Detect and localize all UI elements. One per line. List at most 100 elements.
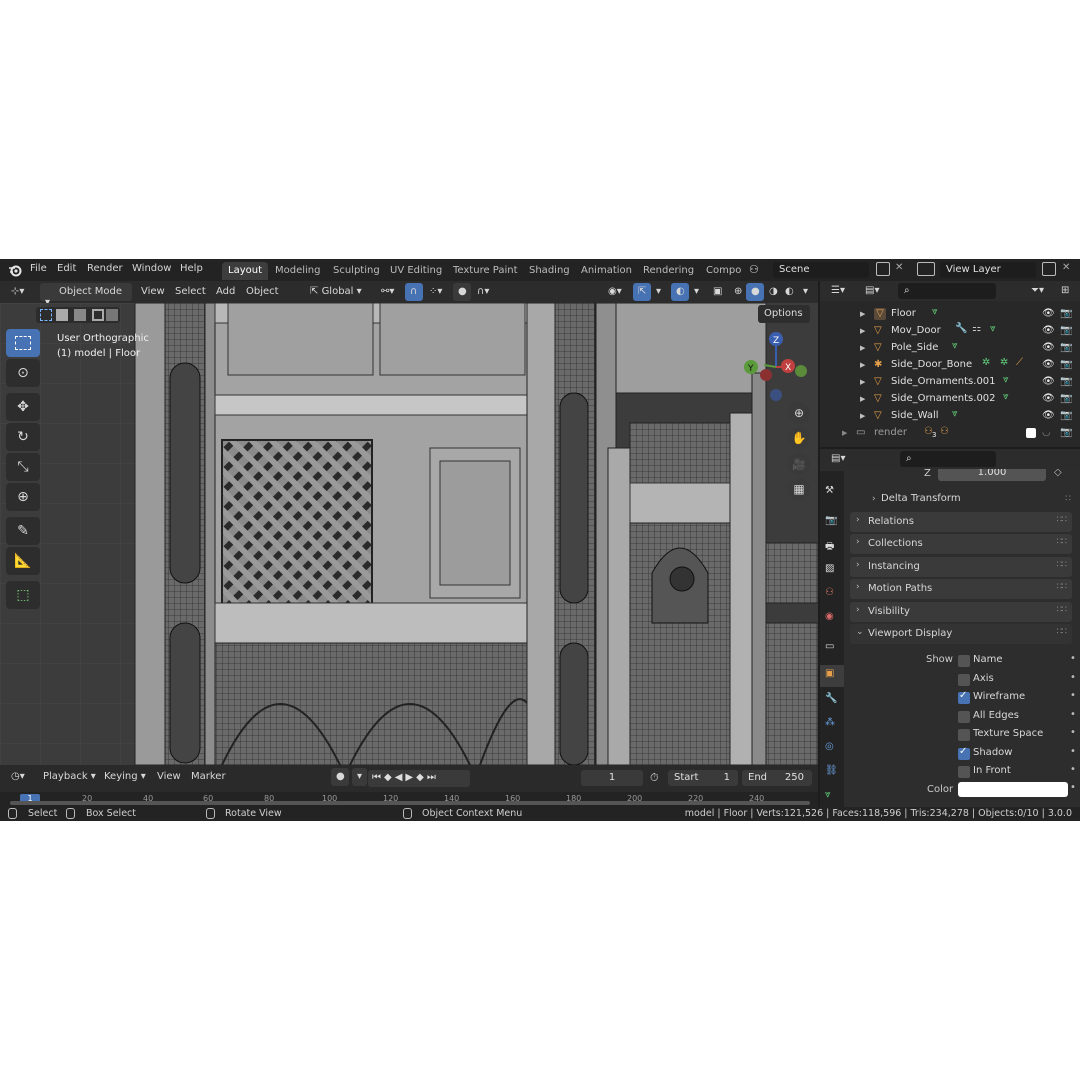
option-in-front-row[interactable]: In Front • <box>844 764 1080 781</box>
camera-render-icon[interactable]: 📷 <box>1060 342 1072 353</box>
decorator-dot-icon[interactable]: • <box>1070 672 1076 683</box>
select-invert-icon[interactable] <box>92 309 104 321</box>
outliner-row-side-ornaments-002[interactable]: ▶ ▽ Side_Ornaments.002 ⩔ 👁 📷 <box>820 391 1080 408</box>
expand-icon[interactable]: ▶ <box>860 378 865 386</box>
outliner-row-floor[interactable]: ▶ ▽ Floor ⩔ 👁 📷 <box>820 306 1080 323</box>
close-view-layer-icon[interactable]: ✕ <box>1062 262 1070 273</box>
outliner-editor-icon[interactable]: ☰▾ <box>826 282 850 300</box>
tab-rendering[interactable]: Rendering <box>637 262 700 280</box>
playback-controls[interactable]: ⏮◆◀▶◆⏭ <box>368 770 470 787</box>
timeline-scrollbar[interactable] <box>10 801 810 805</box>
pan-hand-icon[interactable]: ✋ <box>788 427 810 449</box>
in-front-checkbox[interactable] <box>958 766 970 778</box>
color-swatch[interactable] <box>958 782 1068 797</box>
snap-icon[interactable]: ∩ <box>405 283 423 301</box>
falloff-icon[interactable]: ∩▾ <box>472 283 494 301</box>
outliner-row-pole-side[interactable]: ▶ ▽ Pole_Side ⩔ 👁 📷 <box>820 340 1080 357</box>
wireframe-checkbox[interactable] <box>958 690 970 704</box>
axis-checkbox[interactable] <box>958 674 970 686</box>
decorator-dot-icon[interactable]: • <box>1070 764 1076 775</box>
object-tab-active[interactable]: ▣ <box>820 665 844 687</box>
keyframe-decorator-icon[interactable]: ◇ <box>1054 469 1062 478</box>
tab-sculpting[interactable]: Sculpting <box>327 262 386 280</box>
tab-compositing[interactable]: Compo <box>700 262 747 280</box>
navigation-gizmo[interactable]: Z Y X <box>744 329 810 405</box>
tab-modeling[interactable]: Modeling <box>269 262 327 280</box>
expand-icon[interactable]: ▶ <box>860 327 865 335</box>
camera-render-icon[interactable]: 📷 <box>1060 410 1072 421</box>
measure-tool-icon[interactable]: 📐 <box>6 547 40 575</box>
select-subtract-icon[interactable] <box>74 309 86 321</box>
expand-icon[interactable]: ▶ <box>860 361 865 369</box>
overlay-dropdown-icon[interactable]: ▾ <box>689 283 704 301</box>
tab-animation[interactable]: Animation <box>575 262 638 280</box>
outliner-search-input[interactable]: ⌕ <box>898 283 996 299</box>
camera-render-icon[interactable]: 📷 <box>1060 376 1072 387</box>
select-extend-icon[interactable] <box>56 309 68 321</box>
expand-icon[interactable]: ▶ <box>860 344 865 352</box>
physics-tab-icon[interactable]: ◎ <box>825 741 834 752</box>
keyframe-icon[interactable]: ▾ <box>352 768 368 786</box>
camera-icon[interactable]: 🎥 <box>788 453 810 475</box>
expand-icon[interactable]: ▶ <box>860 412 865 420</box>
world-tab-icon[interactable]: ◉ <box>825 611 834 622</box>
collection-tab-icon[interactable]: ▭ <box>825 641 834 652</box>
camera-render-icon[interactable]: 📷 <box>1060 427 1072 438</box>
object-mode-dropdown[interactable]: Object Mode ▾ <box>40 283 132 308</box>
timeline-editor-icon[interactable]: ◷▾ <box>6 768 30 786</box>
selection-mode-icons[interactable] <box>36 307 120 323</box>
jump-start-icon[interactable]: ⏮ <box>372 772 384 783</box>
transform-tool-icon[interactable]: ⊕ <box>6 483 40 511</box>
drag-grip-icon[interactable]: ∷ <box>1065 494 1071 504</box>
jump-end-icon[interactable]: ⏭ <box>427 772 439 783</box>
properties-editor-icon[interactable]: ▤▾ <box>826 450 850 468</box>
instancing-panel[interactable]: › Instancing ∷∷ <box>850 557 1072 577</box>
menu-window[interactable]: Window <box>132 263 171 274</box>
drag-grip-icon[interactable]: ∷∷ <box>1057 605 1068 615</box>
tab-shading[interactable]: Shading <box>523 262 576 280</box>
view-layer-field[interactable]: View Layer <box>940 262 1036 278</box>
modifier-tab-icon[interactable]: 🔧 <box>825 693 837 704</box>
viewport-display-panel[interactable]: ⌄ Viewport Display ∷∷ <box>850 624 1072 644</box>
record-icon[interactable]: ● <box>331 768 349 786</box>
select-box-tool-icon[interactable] <box>6 329 40 357</box>
drag-grip-icon[interactable]: ∷∷ <box>1057 515 1068 525</box>
prev-key-icon[interactable]: ◆ <box>384 772 395 783</box>
current-frame-field[interactable]: 1 <box>581 770 643 786</box>
render-tab-icon[interactable]: 📷 <box>825 515 837 526</box>
shadow-checkbox[interactable] <box>958 746 970 760</box>
annotate-tool-icon[interactable]: ✎ <box>6 517 40 545</box>
display-mode-icon[interactable]: ▤▾ <box>860 282 884 300</box>
view-layer-tab-icon[interactable]: ▨ <box>825 563 834 574</box>
constraints-tab-icon[interactable]: ⛓ <box>825 765 838 776</box>
menu-playback[interactable]: Playback ▾ <box>38 768 101 786</box>
outliner-row-side-wall[interactable]: ▶ ▽ Side_Wall ⩔ 👁 📷 <box>820 408 1080 425</box>
expand-icon[interactable]: ▶ <box>860 395 865 403</box>
select-new-icon[interactable] <box>40 309 52 321</box>
camera-render-icon[interactable]: 📷 <box>1060 325 1072 336</box>
decorator-dot-icon[interactable]: • <box>1070 746 1076 757</box>
gizmo-dropdown-icon[interactable]: ▾ <box>651 283 666 301</box>
zoom-icon[interactable]: ⊕ <box>788 402 810 424</box>
camera-render-icon[interactable]: 📷 <box>1060 308 1072 319</box>
outliner-row-mov-door[interactable]: ▶ ▽ Mov_Door 🔧 ⚏ ⩔ 👁 📷 <box>820 323 1080 340</box>
eye-icon[interactable]: 👁 <box>1042 393 1055 404</box>
filter-icon[interactable]: ⏷▾ <box>1026 282 1049 300</box>
menu-render[interactable]: Render <box>87 263 123 274</box>
scale-z-field[interactable]: 1.000 <box>938 469 1046 481</box>
texture-space-checkbox[interactable] <box>958 729 970 741</box>
eye-icon[interactable]: 👁 <box>1042 325 1055 336</box>
menu-select[interactable]: Select <box>170 283 211 301</box>
hide-icon[interactable]: ◡ <box>1042 427 1051 438</box>
eye-icon[interactable]: 👁 <box>1042 410 1055 421</box>
eye-icon[interactable]: 👁 <box>1042 308 1055 319</box>
cursor-tool-icon[interactable]: ⊙ <box>6 359 40 387</box>
rotate-tool-icon[interactable]: ↻ <box>6 423 40 451</box>
outliner-row-side-ornaments-001[interactable]: ▶ ▽ Side_Ornaments.001 ⩔ 👁 📷 <box>820 374 1080 391</box>
scene-field[interactable]: Scene <box>773 262 869 278</box>
drag-grip-icon[interactable]: ∷∷ <box>1057 537 1068 547</box>
scene-tab-icon[interactable]: ⚇ <box>825 587 834 598</box>
frame-ruler[interactable]: 1 20 40 60 80 100 120 140 160 180 200 22… <box>0 792 818 807</box>
drag-grip-icon[interactable]: ∷∷ <box>1057 582 1068 592</box>
outliner-row-render-collection[interactable]: ▶ ▭ render ⚇ 3 ⚇ ◡ 📷 <box>820 425 1080 442</box>
